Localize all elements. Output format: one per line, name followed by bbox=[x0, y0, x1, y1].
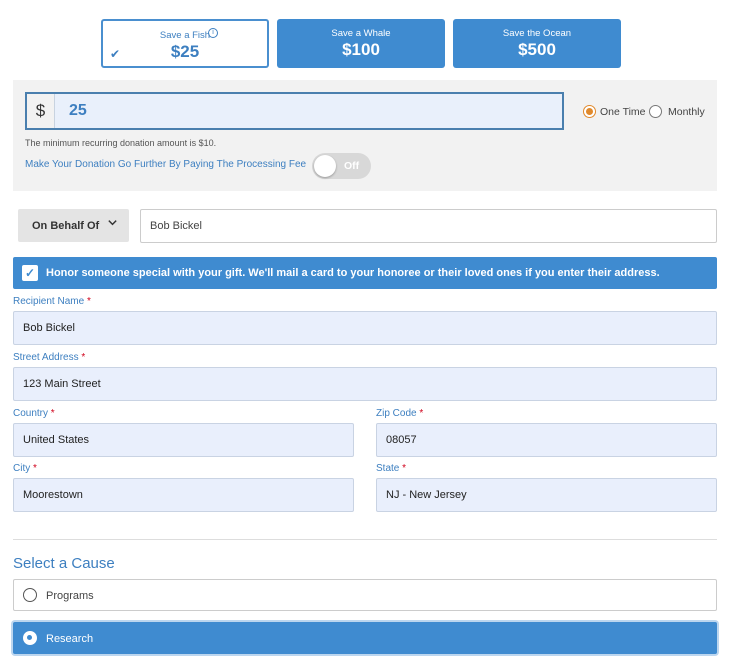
currency-symbol: $ bbox=[27, 94, 55, 128]
cause-option-research[interactable]: Research bbox=[13, 622, 717, 654]
cause-label: Programs bbox=[46, 590, 94, 602]
toggle-knob bbox=[314, 155, 336, 177]
amount-tile-save-the-ocean[interactable]: Save the Ocean $500 bbox=[453, 19, 621, 68]
state-label: State * bbox=[376, 463, 407, 474]
checkmark-icon[interactable]: ✓ bbox=[22, 265, 38, 281]
toggle-state: Off bbox=[344, 160, 360, 172]
zip-code-field[interactable]: 08057 bbox=[376, 423, 717, 457]
info-icon[interactable]: i bbox=[208, 28, 218, 38]
dropdown-label: On Behalf Of bbox=[32, 220, 100, 232]
cause-section-title: Select a Cause bbox=[13, 555, 115, 572]
recipient-name-field[interactable]: Bob Bickel bbox=[13, 311, 717, 345]
recipient-name-label: Recipient Name * bbox=[13, 296, 91, 307]
street-address-label: Street Address * bbox=[13, 352, 86, 363]
one-time-label[interactable]: One Time bbox=[600, 106, 646, 118]
processing-fee-label: Make Your Donation Go Further By Paying … bbox=[25, 159, 307, 170]
street-address-field[interactable]: 123 Main Street bbox=[13, 367, 717, 401]
radio-research[interactable] bbox=[23, 631, 37, 645]
honor-checkbox-banner[interactable]: ✓ Honor someone special with your gift. … bbox=[13, 257, 717, 289]
amount-tile-save-a-whale[interactable]: Save a Whale $100 bbox=[277, 19, 445, 68]
honor-text: Honor someone special with your gift. We… bbox=[46, 267, 660, 279]
amount-tile-save-a-fish[interactable]: Save a Fish i $25 ✔ bbox=[101, 19, 269, 68]
tile-label: Save the Ocean bbox=[502, 28, 572, 39]
tile-label: Save a Fish bbox=[159, 30, 211, 41]
amount-value[interactable]: 25 bbox=[69, 94, 87, 128]
radio-programs[interactable] bbox=[23, 588, 37, 602]
city-label: City * bbox=[13, 463, 37, 474]
divider bbox=[13, 539, 717, 540]
amount-panel: $ 25 One Time Monthly The minimum recurr… bbox=[13, 80, 717, 191]
tile-amount: $25 bbox=[170, 42, 200, 61]
state-field[interactable]: NJ - New Jersey bbox=[376, 478, 717, 512]
radio-one-time[interactable] bbox=[583, 105, 596, 118]
cause-option-programs[interactable]: Programs bbox=[13, 579, 717, 611]
tile-label: Save a Whale bbox=[331, 28, 391, 39]
minimum-note: The minimum recurring donation amount is… bbox=[25, 138, 217, 148]
country-field[interactable]: United States bbox=[13, 423, 354, 457]
city-field[interactable]: Moorestown bbox=[13, 478, 354, 512]
radio-monthly[interactable] bbox=[649, 105, 662, 118]
cause-label: Research bbox=[46, 633, 94, 645]
on-behalf-of-dropdown[interactable]: On Behalf Of bbox=[18, 209, 129, 242]
country-label: Country * bbox=[13, 408, 55, 419]
processing-fee-toggle[interactable]: Off bbox=[312, 153, 371, 179]
checkmark-icon: ✔ bbox=[110, 47, 121, 61]
monthly-label[interactable]: Monthly bbox=[668, 106, 705, 118]
behalf-name-input[interactable]: Bob Bickel bbox=[140, 209, 717, 243]
tile-amount: $500 bbox=[518, 40, 556, 59]
custom-amount-input[interactable]: $ 25 bbox=[25, 92, 564, 130]
zip-code-label: Zip Code * bbox=[376, 408, 424, 419]
chevron-down-icon bbox=[107, 217, 118, 231]
tile-amount: $100 bbox=[342, 40, 380, 59]
